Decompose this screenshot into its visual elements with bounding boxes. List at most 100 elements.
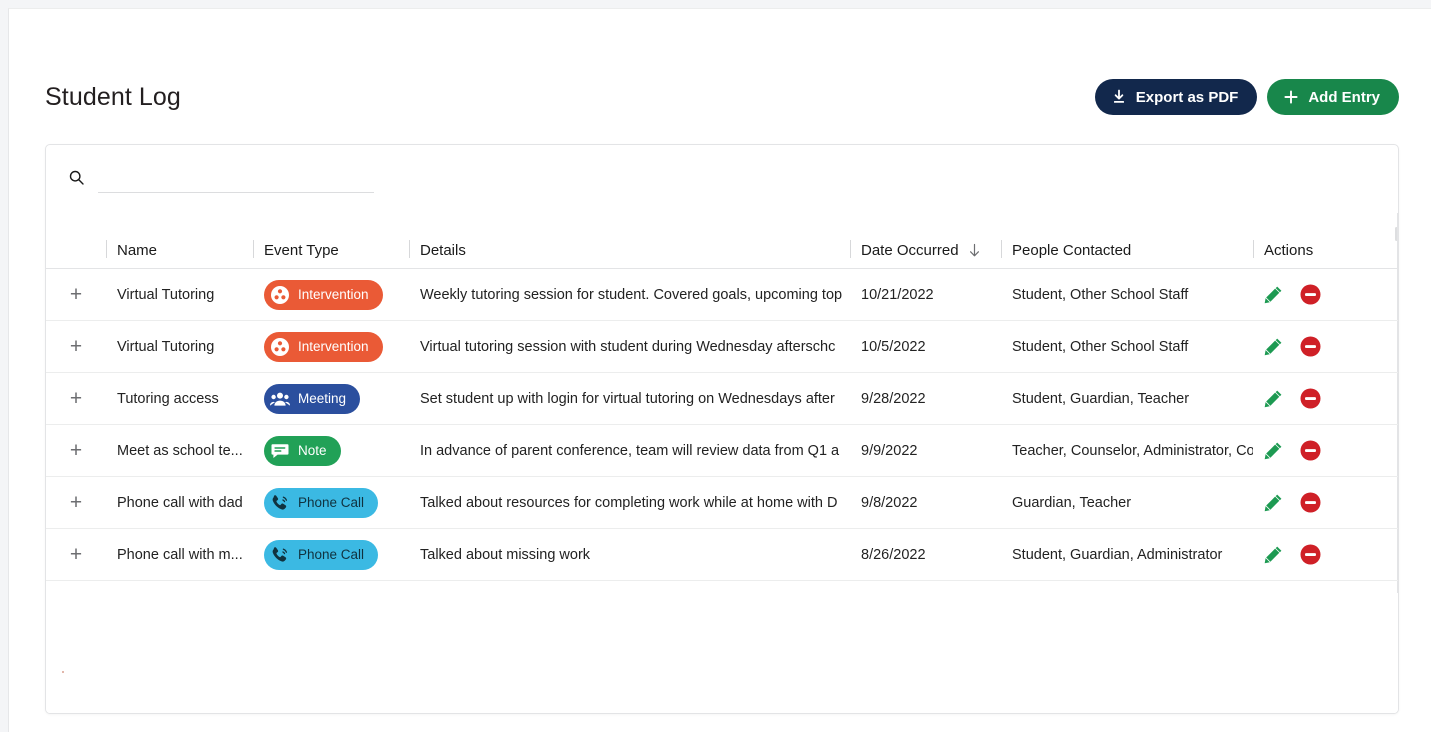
plus-icon[interactable]: +: [70, 284, 82, 305]
add-entry-button[interactable]: Add Entry: [1267, 79, 1399, 115]
column-divider: [409, 240, 410, 258]
cell-actions: [1253, 373, 1398, 424]
column-header-details[interactable]: Details: [409, 239, 850, 261]
cell-name: Phone call with m...: [106, 529, 253, 580]
cell-date-occurred-text: 9/28/2022: [861, 390, 926, 407]
column-header-name-label: Name: [117, 241, 158, 259]
column-header-event-type[interactable]: Event Type: [253, 239, 409, 261]
cell-name: Meet as school te...: [106, 425, 253, 476]
column-header-actions: Actions: [1253, 239, 1398, 261]
minus-circle-icon[interactable]: [1300, 440, 1321, 461]
page-header: Student Log Export as PDF Add Entry: [45, 79, 1399, 131]
cell-name: Virtual Tutoring: [106, 321, 253, 372]
student-log-table: Name Event Type Details Date Occurred Pe…: [46, 213, 1398, 581]
cell-people-contacted-text: Student, Other School Staff: [1012, 286, 1189, 303]
cell-details-text: Virtual tutoring session with student du…: [420, 338, 836, 355]
pencil-icon[interactable]: [1264, 389, 1283, 408]
pencil-icon[interactable]: [1264, 545, 1283, 564]
cell-people-contacted-text: Student, Guardian, Teacher: [1012, 390, 1190, 407]
cell-people-contacted: Student, Guardian, Administrator: [1001, 529, 1253, 580]
event-type-badge: Note: [264, 435, 341, 466]
pencil-icon[interactable]: [1264, 285, 1283, 304]
minus-circle-icon[interactable]: [1300, 336, 1321, 357]
cell-date-occurred-text: 10/21/2022: [861, 286, 934, 303]
table-row[interactable]: + Virtual Tutoring Intervention Weekly tuto…: [46, 269, 1398, 321]
event-type-label: Intervention: [298, 339, 369, 354]
expand-row-button[interactable]: +: [46, 269, 106, 320]
student-log-card: Name Event Type Details Date Occurred Pe…: [45, 144, 1399, 714]
column-header-people-contacted[interactable]: People Contacted: [1001, 239, 1253, 261]
cell-name-text: Virtual Tutoring: [117, 338, 215, 355]
pencil-icon[interactable]: [1264, 493, 1283, 512]
cell-name-text: Tutoring access: [117, 390, 219, 407]
column-divider: [850, 240, 851, 258]
event-type-badge: Phone Call: [264, 487, 379, 518]
cell-people-contacted: Student, Guardian, Teacher: [1001, 373, 1253, 424]
expand-row-button[interactable]: +: [46, 477, 106, 528]
cell-details: Talked about resources for completing wo…: [409, 477, 850, 528]
plus-icon[interactable]: +: [70, 336, 82, 357]
column-divider: [1253, 240, 1254, 258]
plus-icon[interactable]: +: [70, 544, 82, 565]
minus-circle-icon[interactable]: [1300, 388, 1321, 409]
intervention-group-icon: [269, 284, 291, 306]
arrow-down-icon[interactable]: [968, 243, 981, 258]
event-type-badge: Phone Call: [264, 539, 379, 570]
expand-row-button[interactable]: +: [46, 321, 106, 372]
search-icon: [68, 169, 85, 191]
plus-icon[interactable]: +: [70, 388, 82, 409]
column-header-name[interactable]: Name: [106, 239, 253, 261]
column-header-expand: [46, 239, 106, 261]
cell-details: Weekly tutoring session for student. Cov…: [409, 269, 850, 320]
table-empty-area: [46, 593, 1398, 713]
cell-event-type: Phone Call: [253, 529, 409, 580]
cell-name-text: Phone call with m...: [117, 546, 243, 563]
header-actions: Export as PDF Add Entry: [1094, 79, 1399, 115]
event-type-badge: Intervention: [264, 279, 383, 310]
minus-circle-icon[interactable]: [1300, 492, 1321, 513]
table-row[interactable]: + Meet as school te... Note In advance of p…: [46, 425, 1398, 477]
cell-name-text: Phone call with dad: [117, 494, 243, 511]
export-as-pdf-button[interactable]: Export as PDF: [1094, 79, 1258, 115]
event-type-label: Intervention: [298, 287, 369, 302]
cell-date-occurred: 9/28/2022: [850, 373, 1001, 424]
cell-people-contacted: Guardian, Teacher: [1001, 477, 1253, 528]
expand-row-button[interactable]: +: [46, 425, 106, 476]
pencil-icon[interactable]: [1264, 441, 1283, 460]
cell-event-type: Meeting: [253, 373, 409, 424]
table-row[interactable]: + Phone call with dad Phone Call Talked abo…: [46, 477, 1398, 529]
export-as-pdf-label: Export as PDF: [1135, 88, 1239, 106]
cell-details-text: Set student up with login for virtual tu…: [420, 390, 835, 407]
pencil-icon[interactable]: [1264, 337, 1283, 356]
download-icon: [1111, 89, 1127, 105]
cell-people-contacted-text: Teacher, Counselor, Administrator, Co: [1012, 442, 1253, 459]
cell-details-text: Talked about missing work: [420, 546, 591, 563]
expand-row-button[interactable]: +: [46, 529, 106, 580]
table-row[interactable]: + Phone call with m... Phone Call Talked ab…: [46, 529, 1398, 581]
plus-icon[interactable]: +: [70, 492, 82, 513]
app-window: Student Log Export as PDF Add Entry Name…: [8, 8, 1431, 732]
column-divider: [106, 240, 107, 258]
search-row: [58, 159, 378, 203]
table-row[interactable]: + Virtual Tutoring Intervention Virtual tut…: [46, 321, 1398, 373]
cell-actions: [1253, 269, 1398, 320]
cell-people-contacted: Student, Other School Staff: [1001, 269, 1253, 320]
table-header-row: Name Event Type Details Date Occurred Pe…: [46, 213, 1398, 269]
table-row[interactable]: + Tutoring access Meeting Set student up wi…: [46, 373, 1398, 425]
cell-actions: [1253, 321, 1398, 372]
cell-date-occurred-text: 10/5/2022: [861, 338, 926, 355]
decorative-dot: [62, 671, 64, 673]
plus-icon[interactable]: +: [70, 440, 82, 461]
minus-circle-icon[interactable]: [1300, 284, 1321, 305]
event-type-label: Phone Call: [298, 547, 365, 562]
cell-details-text: In advance of parent conference, team wi…: [420, 442, 840, 459]
cell-event-type: Phone Call: [253, 477, 409, 528]
expand-row-button[interactable]: +: [46, 373, 106, 424]
cell-people-contacted-text: Guardian, Teacher: [1012, 494, 1132, 511]
minus-circle-icon[interactable]: [1300, 544, 1321, 565]
cell-people-contacted: Teacher, Counselor, Administrator, Co: [1001, 425, 1253, 476]
cell-date-occurred: 8/26/2022: [850, 529, 1001, 580]
search-input[interactable]: [98, 163, 374, 193]
column-header-date-occurred[interactable]: Date Occurred: [850, 239, 1001, 261]
column-divider: [1001, 240, 1002, 258]
